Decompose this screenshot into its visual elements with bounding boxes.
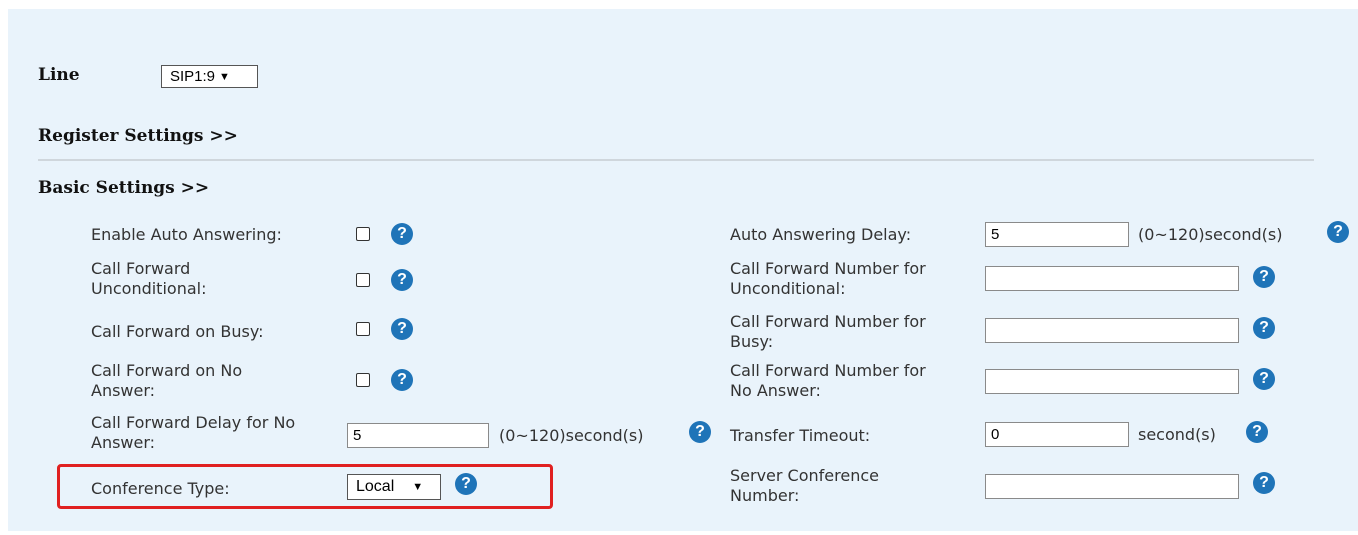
help-icon[interactable]: ? xyxy=(1253,266,1275,288)
chevron-down-icon: ▼ xyxy=(219,70,230,83)
cf-no-answer-label-line1: Call Forward on No xyxy=(91,361,243,380)
cf-delay-input[interactable]: 5 xyxy=(347,423,489,448)
help-icon[interactable]: ? xyxy=(391,269,413,291)
cfn-busy-label-line2: Busy: xyxy=(730,332,774,351)
auto-answer-delay-unit: (0~120)second(s) xyxy=(1138,225,1283,244)
help-icon[interactable]: ? xyxy=(1327,221,1349,243)
cf-delay-label-line2: Answer: xyxy=(91,433,156,452)
help-icon[interactable]: ? xyxy=(1253,368,1275,390)
cfn-unconditional-label-line1: Call Forward Number for xyxy=(730,259,926,278)
help-icon[interactable]: ? xyxy=(1253,472,1275,494)
transfer-timeout-input[interactable]: 0 xyxy=(985,422,1129,447)
cfn-no-answer-label: Call Forward Number for No Answer: xyxy=(730,361,926,401)
server-conference-label-line2: Number: xyxy=(730,486,800,505)
line-select-value: SIP1:9 xyxy=(170,68,216,85)
cf-busy-checkbox[interactable] xyxy=(356,322,370,336)
cfn-busy-label-line1: Call Forward Number for xyxy=(730,312,926,331)
cf-no-answer-label-line2: Answer: xyxy=(91,381,156,400)
section-divider xyxy=(38,159,1314,161)
cf-delay-label-line1: Call Forward Delay for No xyxy=(91,413,296,432)
highlight-box xyxy=(57,464,553,509)
auto-answer-label: Enable Auto Answering: xyxy=(91,225,282,244)
server-conference-input[interactable] xyxy=(985,474,1239,499)
help-icon[interactable]: ? xyxy=(1253,317,1275,339)
cfn-busy-input[interactable] xyxy=(985,318,1239,343)
help-icon[interactable]: ? xyxy=(689,421,711,443)
cfn-busy-label: Call Forward Number for Busy: xyxy=(730,312,926,352)
cfn-no-answer-input[interactable] xyxy=(985,369,1239,394)
cfn-no-answer-label-line2: No Answer: xyxy=(730,381,821,400)
register-settings-link[interactable]: Register Settings >> xyxy=(38,126,238,146)
auto-answer-delay-label: Auto Answering Delay: xyxy=(730,225,912,244)
transfer-timeout-label: Transfer Timeout: xyxy=(730,426,871,445)
cf-unconditional-label-line2: Unconditional: xyxy=(91,279,207,298)
cf-unconditional-label: Call Forward Unconditional: xyxy=(91,259,206,299)
server-conference-label-line1: Server Conference xyxy=(730,466,879,485)
cf-busy-label: Call Forward on Busy: xyxy=(91,322,264,341)
help-icon[interactable]: ? xyxy=(391,318,413,340)
cf-no-answer-label: Call Forward on No Answer: xyxy=(91,361,242,401)
cfn-unconditional-label-line2: Unconditional: xyxy=(730,279,846,298)
cfn-unconditional-input[interactable] xyxy=(985,266,1239,291)
auto-answer-delay-input[interactable]: 5 xyxy=(985,222,1129,247)
cf-delay-unit: (0~120)second(s) xyxy=(499,426,644,445)
server-conference-label: Server Conference Number: xyxy=(730,466,879,506)
cfn-unconditional-label: Call Forward Number for Unconditional: xyxy=(730,259,926,299)
cf-unconditional-label-line1: Call Forward xyxy=(91,259,191,278)
transfer-timeout-unit: second(s) xyxy=(1138,425,1216,444)
cf-delay-label: Call Forward Delay for No Answer: xyxy=(91,413,295,453)
help-icon[interactable]: ? xyxy=(391,369,413,391)
cf-no-answer-checkbox[interactable] xyxy=(356,373,370,387)
cf-unconditional-checkbox[interactable] xyxy=(356,273,370,287)
basic-settings-link[interactable]: Basic Settings >> xyxy=(38,178,209,198)
line-select[interactable]: SIP1:9 ▼ xyxy=(161,65,258,88)
help-icon[interactable]: ? xyxy=(391,223,413,245)
line-label: Line xyxy=(38,65,80,85)
cfn-no-answer-label-line1: Call Forward Number for xyxy=(730,361,926,380)
help-icon[interactable]: ? xyxy=(1246,421,1268,443)
auto-answer-checkbox[interactable] xyxy=(356,227,370,241)
